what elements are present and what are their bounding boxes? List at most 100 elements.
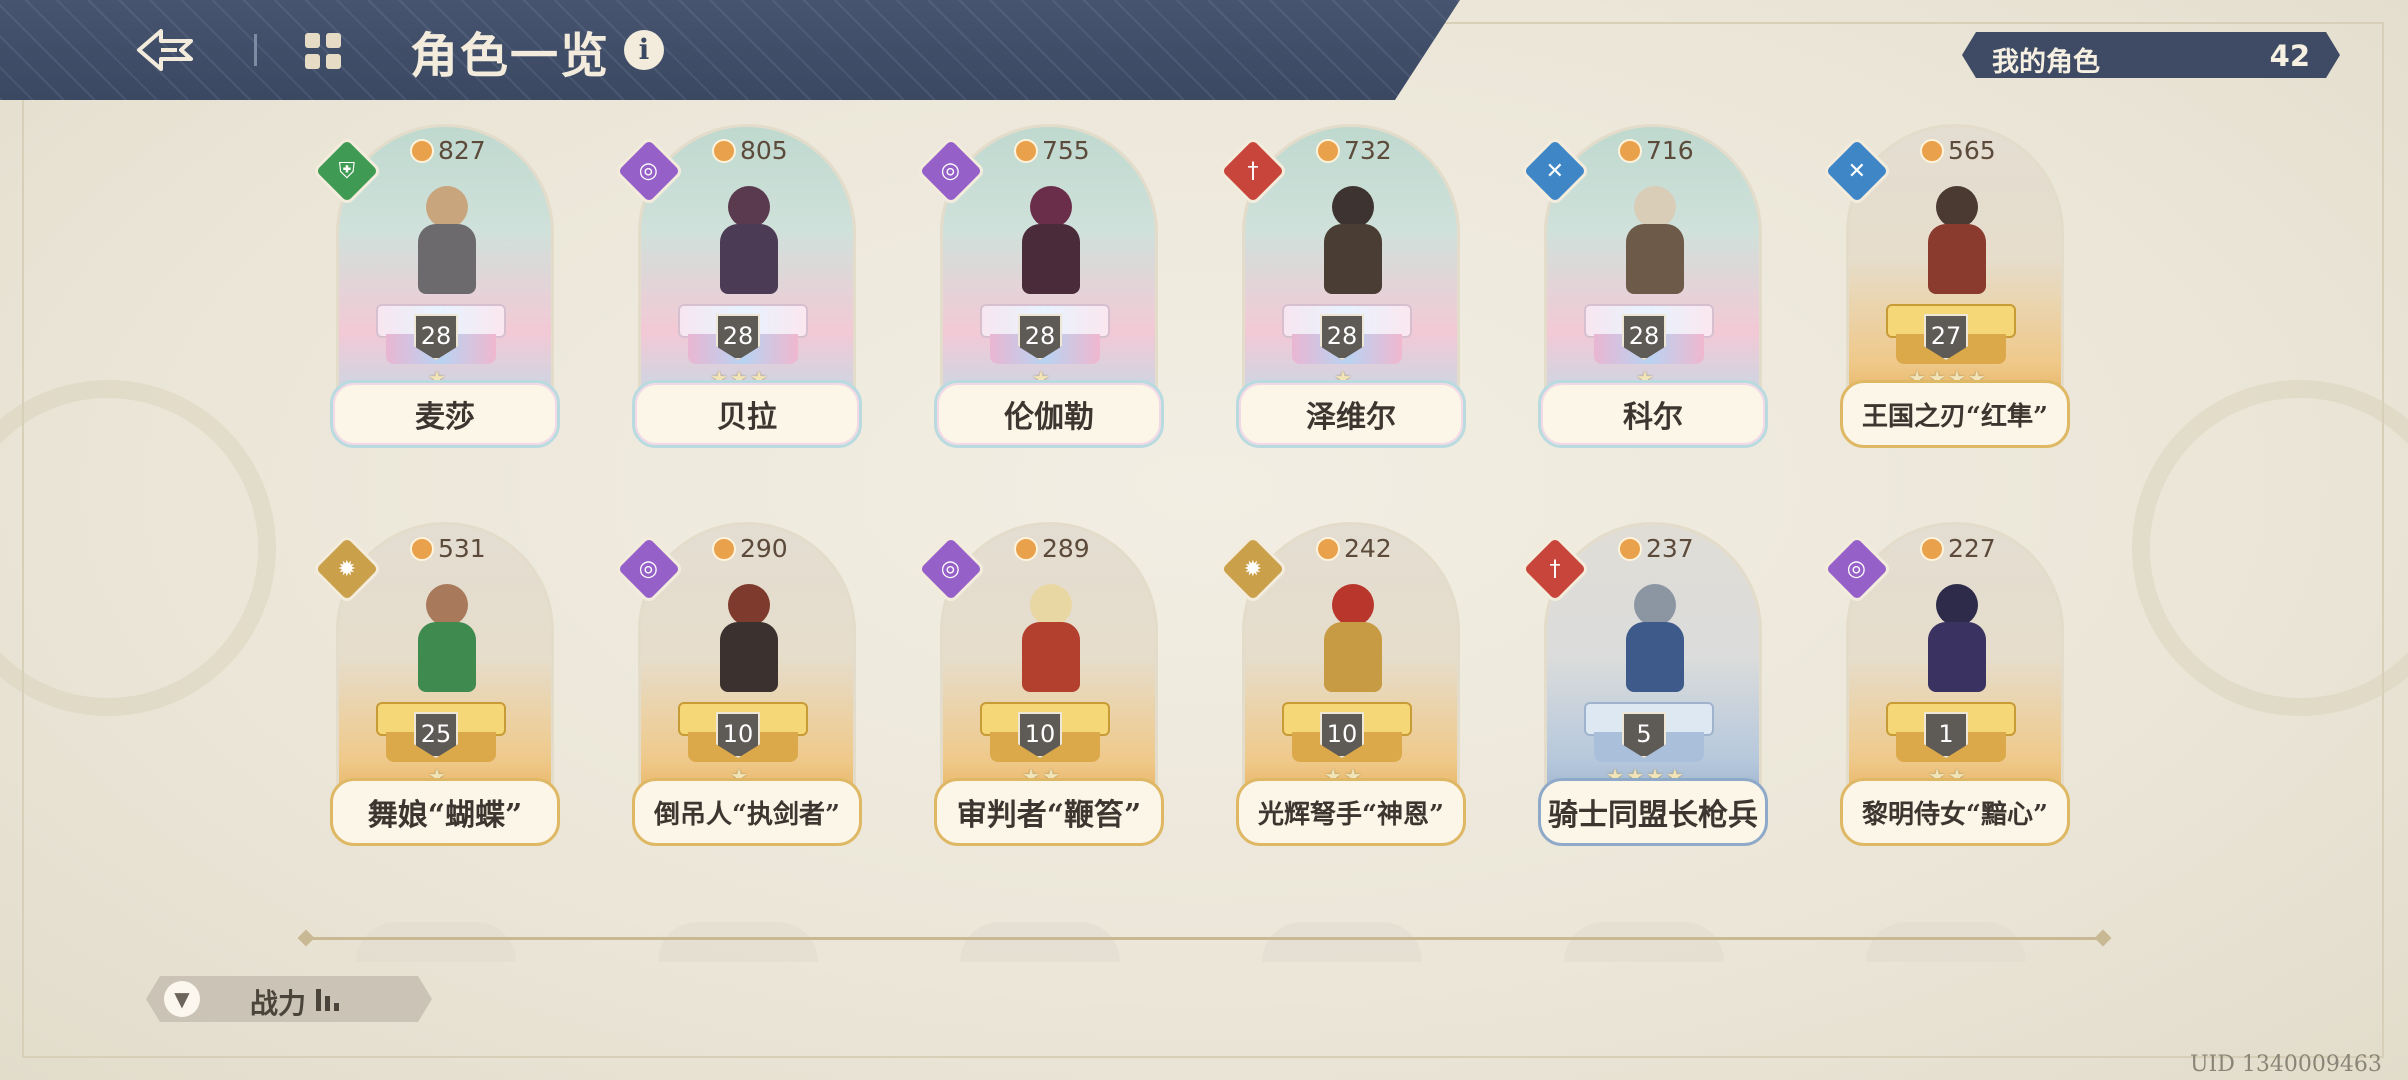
character-name: 伦伽勒 bbox=[934, 380, 1164, 448]
sort-label: 战力 bbox=[250, 987, 307, 1020]
character-card[interactable]: † 237 5 ★★★★ 骑士同盟长枪兵 bbox=[1519, 516, 1768, 856]
character-name: 贝拉 bbox=[632, 380, 862, 448]
character-sprite bbox=[704, 178, 794, 318]
next-row-card-preview bbox=[1262, 922, 1422, 962]
character-card[interactable]: ◎ 805 28 ★★★ 贝拉 bbox=[613, 118, 862, 458]
character-sprite bbox=[1610, 178, 1700, 318]
bars-descending-icon bbox=[316, 989, 344, 1011]
power-indicator: 805 bbox=[712, 136, 788, 165]
next-row-card-preview bbox=[356, 922, 516, 962]
my-characters-count: 42 bbox=[2269, 39, 2310, 73]
sort-by-power-button[interactable]: ▼ 战力 bbox=[146, 976, 432, 1022]
character-name: 审判者“鞭笞” bbox=[934, 778, 1164, 846]
character-card[interactable]: † 732 28 ★ 泽维尔 bbox=[1217, 118, 1466, 458]
flame-icon bbox=[1618, 138, 1642, 163]
character-sprite bbox=[1308, 576, 1398, 716]
power-indicator: 716 bbox=[1618, 136, 1694, 165]
grid-view-button[interactable] bbox=[300, 28, 346, 74]
user-id: UID 1340009463 bbox=[2190, 1052, 2382, 1077]
character-card[interactable]: ✕ 716 28 ★ 科尔 bbox=[1519, 118, 1768, 458]
power-indicator: 732 bbox=[1316, 136, 1392, 165]
power-value: 242 bbox=[1344, 534, 1392, 563]
power-indicator: 531 bbox=[410, 534, 486, 563]
divider-ornament bbox=[2094, 929, 2112, 947]
character-card[interactable]: ✕ 565 27 ★★★★ 王国之刃“红隼” bbox=[1821, 118, 2070, 458]
page-title: 角色一览 bbox=[410, 28, 611, 84]
flame-icon bbox=[712, 138, 736, 163]
character-name: 黎明侍女“黯心” bbox=[1840, 778, 2070, 846]
character-name: 科尔 bbox=[1538, 380, 1768, 448]
character-sprite bbox=[1006, 178, 1096, 318]
divider-ornament bbox=[297, 929, 315, 947]
character-card[interactable]: ◎ 755 28 ★ 伦伽勒 bbox=[915, 118, 1164, 458]
flame-icon bbox=[1316, 138, 1340, 163]
power-indicator: 565 bbox=[1920, 136, 1996, 165]
my-characters-counter: 我的角色 42 bbox=[1962, 32, 2340, 78]
back-arrow-icon bbox=[137, 29, 193, 71]
character-list-screen: 角色一览 i 我的角色 42 ⛨ 827 28 ★ 麦莎 ◎ 805 28 ★★… bbox=[0, 0, 2408, 1080]
flame-icon bbox=[1920, 536, 1944, 561]
character-sprite bbox=[1610, 576, 1700, 716]
back-button[interactable] bbox=[130, 22, 200, 78]
flame-icon bbox=[410, 138, 434, 163]
character-card[interactable]: ◎ 289 10 ★★ 审判者“鞭笞” bbox=[915, 516, 1164, 856]
character-name: 麦莎 bbox=[330, 380, 560, 448]
flame-icon bbox=[1316, 536, 1340, 561]
next-row-card-preview bbox=[960, 922, 1120, 962]
character-card[interactable]: ⛨ 827 28 ★ 麦莎 bbox=[311, 118, 560, 458]
power-value: 237 bbox=[1646, 534, 1694, 563]
power-value: 827 bbox=[438, 136, 486, 165]
character-sprite bbox=[1912, 576, 2002, 716]
next-row-card-preview bbox=[658, 922, 818, 962]
character-name: 舞娘“蝴蝶” bbox=[330, 778, 560, 846]
next-row-card-preview bbox=[1564, 922, 1724, 962]
flame-icon bbox=[410, 536, 434, 561]
power-indicator: 827 bbox=[410, 136, 486, 165]
power-indicator: 289 bbox=[1014, 534, 1090, 563]
flame-icon bbox=[1014, 536, 1038, 561]
info-icon[interactable]: i bbox=[624, 30, 664, 70]
character-name: 骑士同盟长枪兵 bbox=[1538, 778, 1768, 846]
flame-icon bbox=[1920, 138, 1944, 163]
character-card[interactable]: ✹ 531 25 ★ 舞娘“蝴蝶” bbox=[311, 516, 560, 856]
filter-icon: ▼ bbox=[164, 981, 200, 1017]
character-sprite bbox=[402, 178, 492, 318]
flame-icon bbox=[712, 536, 736, 561]
character-name: 王国之刃“红隼” bbox=[1840, 380, 2070, 448]
flame-icon bbox=[1014, 138, 1038, 163]
background-ornament-left bbox=[0, 380, 276, 716]
character-sprite bbox=[1912, 178, 2002, 318]
character-card[interactable]: ◎ 227 1 ★★ 黎明侍女“黯心” bbox=[1821, 516, 2070, 856]
character-name: 倒吊人“执剑者” bbox=[632, 778, 862, 846]
power-value: 732 bbox=[1344, 136, 1392, 165]
power-value: 227 bbox=[1948, 534, 1996, 563]
power-value: 716 bbox=[1646, 136, 1694, 165]
scroll-divider bbox=[305, 937, 2105, 940]
power-value: 289 bbox=[1042, 534, 1090, 563]
power-value: 565 bbox=[1948, 136, 1996, 165]
character-sprite bbox=[1006, 576, 1096, 716]
power-indicator: 242 bbox=[1316, 534, 1392, 563]
power-value: 755 bbox=[1042, 136, 1090, 165]
power-indicator: 237 bbox=[1618, 534, 1694, 563]
header-separator bbox=[254, 34, 257, 66]
character-card[interactable]: ✹ 242 10 ★★ 光辉弩手“神恩” bbox=[1217, 516, 1466, 856]
power-value: 290 bbox=[740, 534, 788, 563]
character-card[interactable]: ◎ 290 10 ★ 倒吊人“执剑者” bbox=[613, 516, 862, 856]
power-value: 805 bbox=[740, 136, 788, 165]
background-ornament-right bbox=[2132, 380, 2408, 716]
power-indicator: 290 bbox=[712, 534, 788, 563]
my-characters-label: 我的角色 bbox=[1992, 47, 2100, 77]
character-name: 泽维尔 bbox=[1236, 380, 1466, 448]
header-pattern bbox=[0, 0, 1460, 100]
character-sprite bbox=[1308, 178, 1398, 318]
power-indicator: 227 bbox=[1920, 534, 1996, 563]
power-value: 531 bbox=[438, 534, 486, 563]
character-sprite bbox=[704, 576, 794, 716]
power-indicator: 755 bbox=[1014, 136, 1090, 165]
character-name: 光辉弩手“神恩” bbox=[1236, 778, 1466, 846]
character-sprite bbox=[402, 576, 492, 716]
flame-icon bbox=[1618, 536, 1642, 561]
grid-view-icon bbox=[305, 33, 341, 69]
next-row-card-preview bbox=[1866, 922, 2026, 962]
